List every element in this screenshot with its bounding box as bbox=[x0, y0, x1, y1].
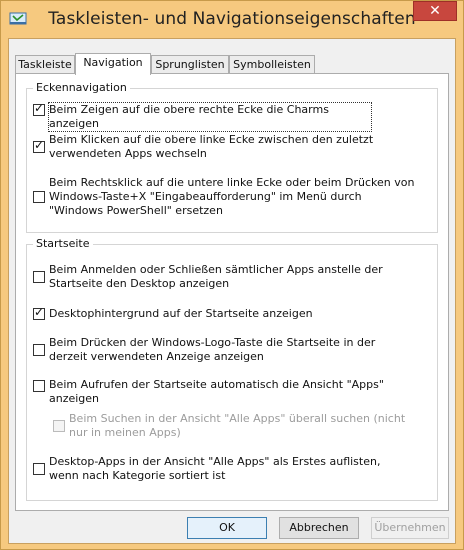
option-label: Beim Drücken der Windows-Logo-Taste die … bbox=[49, 336, 376, 363]
close-icon: ✕ bbox=[429, 3, 441, 19]
tab-symbolleisten[interactable]: Symbolleisten bbox=[229, 55, 315, 73]
option-label: Beim Klicken auf die obere linke Ecke zw… bbox=[49, 133, 374, 160]
option-switch-recent-apps[interactable]: Beim Klicken auf die obere linke Ecke zw… bbox=[33, 133, 431, 163]
checkbox[interactable] bbox=[33, 380, 45, 392]
option-label: Desktop-Apps in der Ansicht "Alle Apps" … bbox=[49, 455, 381, 482]
corner-navigation-heading: Eckennavigation bbox=[33, 81, 130, 94]
option-label: Beim Anmelden oder Schließen sämtlicher … bbox=[49, 263, 383, 290]
cancel-button[interactable]: Abbrechen bbox=[279, 517, 359, 539]
checkbox[interactable] bbox=[33, 138, 45, 153]
option-desktop-apps-first[interactable]: Desktop-Apps in der Ansicht "Alle Apps" … bbox=[33, 455, 431, 485]
apply-button[interactable]: Übernehmen bbox=[371, 517, 449, 539]
checkbox[interactable] bbox=[53, 420, 65, 432]
navigation-tab-panel: Eckennavigation Beim Zeigen auf die ober… bbox=[15, 73, 449, 511]
checkbox[interactable] bbox=[33, 271, 45, 283]
start-page-heading: Startseite bbox=[33, 237, 93, 250]
option-search-everywhere[interactable]: Beim Suchen in der Ansicht "Alle Apps" ü… bbox=[53, 412, 431, 442]
option-label: Beim Zeigen auf die obere rechte Ecke di… bbox=[48, 102, 372, 132]
window-title: Taskleisten- und Navigationseigenschafte… bbox=[48, 9, 416, 29]
checkbox[interactable] bbox=[33, 463, 45, 475]
tab-sprunglisten[interactable]: Sprunglisten bbox=[151, 55, 229, 73]
tab-taskleiste[interactable]: Taskleiste bbox=[15, 55, 75, 73]
option-apps-view[interactable]: Beim Aufrufen der Startseite automatisch… bbox=[33, 378, 431, 408]
title-bar[interactable]: Taskleisten- und Navigationseigenschafte… bbox=[1, 1, 463, 37]
option-label: Desktophintergrund auf der Startseite an… bbox=[49, 307, 313, 320]
option-windows-key-display[interactable]: Beim Drücken der Windows-Logo-Taste die … bbox=[33, 336, 431, 366]
checkbox[interactable] bbox=[33, 344, 45, 356]
option-label: Beim Aufrufen der Startseite automatisch… bbox=[49, 378, 384, 405]
option-label: Beim Suchen in der Ansicht "Alle Apps" ü… bbox=[69, 412, 406, 439]
checkbox[interactable] bbox=[33, 101, 45, 116]
properties-window: Taskleisten- und Navigationseigenschafte… bbox=[0, 0, 464, 550]
option-replace-powershell[interactable]: Beim Rechtsklick auf die untere linke Ec… bbox=[33, 176, 431, 220]
checkbox[interactable] bbox=[33, 305, 45, 320]
option-label: Beim Rechtsklick auf die untere linke Ec… bbox=[49, 176, 415, 217]
start-page-group: Startseite Beim Anmelden oder Schließen … bbox=[26, 237, 438, 501]
checkbox[interactable] bbox=[33, 191, 45, 203]
dialog-client-area: Taskleiste Navigation Sprunglisten Symbo… bbox=[8, 38, 456, 544]
option-desktop-background[interactable]: Desktophintergrund auf der Startseite an… bbox=[33, 305, 431, 323]
close-button[interactable]: ✕ bbox=[413, 1, 457, 21]
option-charms-top-right[interactable]: Beim Zeigen auf die obere rechte Ecke di… bbox=[33, 101, 431, 132]
corner-navigation-group: Eckennavigation Beim Zeigen auf die ober… bbox=[26, 81, 438, 233]
tab-navigation[interactable]: Navigation bbox=[75, 53, 151, 75]
ok-button[interactable]: OK bbox=[187, 517, 267, 539]
option-show-desktop-on-signin[interactable]: Beim Anmelden oder Schließen sämtlicher … bbox=[33, 263, 431, 293]
